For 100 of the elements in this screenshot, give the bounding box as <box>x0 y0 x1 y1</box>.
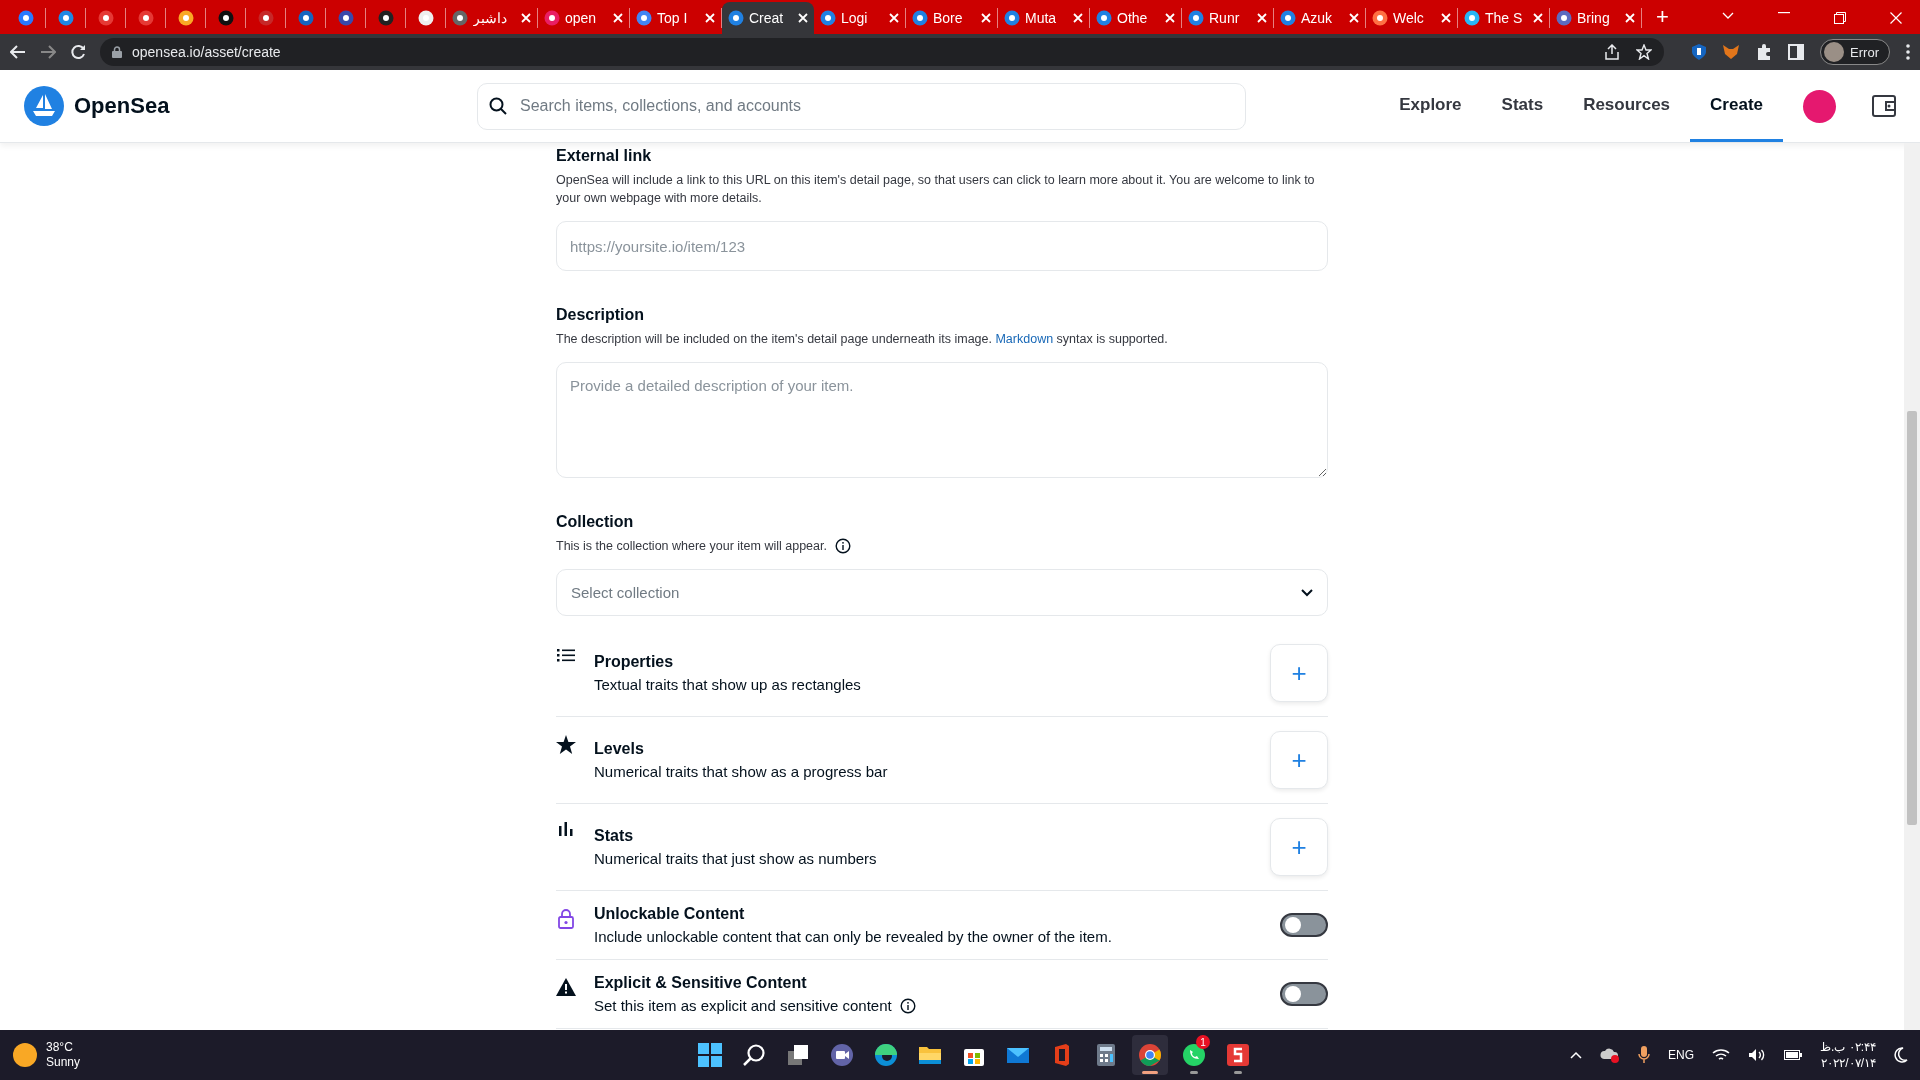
puzzle-icon[interactable] <box>1756 44 1773 60</box>
close-icon[interactable] <box>521 13 531 23</box>
markdown-link[interactable]: Markdown <box>995 332 1054 346</box>
favicon-icon <box>417 10 434 26</box>
close-icon[interactable] <box>1533 13 1543 23</box>
scrollbar[interactable] <box>1904 143 1920 1030</box>
cloud-icon[interactable] <box>1599 1047 1620 1063</box>
close-icon[interactable] <box>889 13 899 23</box>
speaker-icon[interactable] <box>1748 1048 1766 1062</box>
nav-link[interactable]: Resources <box>1563 70 1691 142</box>
taskbar-app[interactable] <box>1132 1035 1168 1075</box>
moon-icon[interactable] <box>1894 1047 1908 1063</box>
close-icon[interactable] <box>981 13 991 23</box>
info-icon[interactable] <box>834 538 851 554</box>
taskbar-app[interactable]: 1 <box>1176 1035 1212 1075</box>
favicon-icon <box>297 10 314 26</box>
info-icon[interactable] <box>899 997 916 1014</box>
browser-tab[interactable]: Runr <box>1182 8 1274 28</box>
browser-tab[interactable]: Othe <box>1090 8 1182 28</box>
notification-badge: 1 <box>1196 1035 1210 1049</box>
weather-text: Sunny <box>46 1055 81 1070</box>
battery-icon[interactable] <box>1784 1049 1802 1061</box>
help-text: OpenSea will include a link to this URL on this item's detail page, so that users can click to learn more about it. You are welcome to link to your own webpage with more details. <box>556 172 1316 207</box>
close-icon[interactable] <box>1257 13 1267 23</box>
favicon-icon <box>337 10 354 26</box>
logo-icon[interactable] <box>24 86 64 126</box>
favicon-icon <box>257 10 274 26</box>
add-button[interactable]: + <box>1270 644 1328 702</box>
sun-icon[interactable] <box>12 1042 38 1068</box>
close-icon[interactable] <box>1441 13 1451 23</box>
minimize-icon[interactable] <box>1778 12 1790 14</box>
favicon-icon <box>97 10 114 26</box>
temperature-text: 38°C <box>46 1040 74 1055</box>
fox-icon[interactable] <box>1722 44 1741 60</box>
favicon-icon <box>452 10 468 26</box>
address-bar[interactable]: opensea.io/asset/create <box>100 38 1665 66</box>
text-area[interactable]: Provide a detailed description of your item. <box>556 362 1328 478</box>
chrome-icon <box>1138 1043 1162 1067</box>
browser-tab[interactable]: Azuk <box>1274 8 1366 28</box>
nav-link[interactable]: Explore <box>1379 70 1482 142</box>
avatar-icon <box>1824 42 1845 62</box>
browser-tab[interactable]: Bring <box>1550 8 1642 28</box>
close-icon[interactable] <box>1349 13 1359 23</box>
new-tab-button[interactable]: + <box>1652 4 1673 30</box>
browser-tab[interactable]: The S <box>1458 8 1550 28</box>
add-button[interactable]: + <box>1270 818 1328 876</box>
toggle-switch[interactable] <box>1280 913 1328 937</box>
avatar-icon[interactable] <box>1803 89 1836 123</box>
collection-dropdown[interactable]: Select collection <box>556 569 1328 616</box>
favicon-icon <box>1556 10 1572 26</box>
logo-text[interactable]: OpenSea <box>74 93 170 119</box>
chevron-up-icon[interactable] <box>1569 1051 1582 1059</box>
favicon-icon <box>177 10 194 26</box>
chevron-down-icon[interactable] <box>1722 12 1734 20</box>
clock-date[interactable]: ۲۰۲۲/۰۷/۱۴ <box>1821 1055 1876 1071</box>
browser-tab[interactable]: Welc <box>1366 8 1458 28</box>
language-indicator[interactable]: ENG <box>1667 1048 1694 1062</box>
nav-link[interactable]: Stats <box>1481 70 1564 142</box>
wifi-icon[interactable] <box>1712 1048 1730 1062</box>
browser-tab[interactable]: open <box>538 8 630 28</box>
toggle-switch[interactable] <box>1280 982 1328 1006</box>
nav-link[interactable]: Create <box>1690 70 1783 142</box>
reload-icon[interactable] <box>70 44 86 60</box>
close-icon[interactable] <box>798 13 808 23</box>
browser-tab[interactable]: Top I <box>630 8 722 28</box>
input-field[interactable]: https://yoursite.io/item/123 <box>556 221 1328 271</box>
scrollbar-thumb[interactable] <box>1907 411 1917 825</box>
windows-icon <box>698 1043 722 1067</box>
browser-tab[interactable]: Creat <box>722 2 814 34</box>
browser-tab[interactable]: Bore <box>906 8 998 28</box>
close-icon[interactable] <box>1890 12 1902 24</box>
bar-chart-icon <box>556 822 576 836</box>
wallet-icon[interactable] <box>1872 95 1896 117</box>
close-icon[interactable] <box>613 13 623 23</box>
search-field[interactable]: Search items, collections, and accounts <box>477 82 1246 130</box>
star-icon[interactable] <box>1636 44 1653 60</box>
forward-icon[interactable] <box>40 45 56 59</box>
add-button[interactable]: + <box>1270 731 1328 789</box>
close-icon[interactable] <box>1625 13 1635 23</box>
share-icon[interactable] <box>1604 44 1621 60</box>
browser-tab[interactable]: داشبر <box>446 8 538 28</box>
microphone-icon[interactable] <box>1637 1046 1650 1064</box>
back-icon[interactable] <box>10 45 26 59</box>
browser-tab[interactable]: Muta <box>998 8 1090 28</box>
clock-time[interactable]: ۰۲:۴۴ ب.ظ <box>1820 1039 1876 1055</box>
more-icon[interactable] <box>1906 44 1910 60</box>
side-panel-icon[interactable] <box>1788 44 1805 60</box>
help-text: The description will be included on the item's detail page underneath its image. Markdown syntax is supported. <box>556 331 1168 348</box>
close-icon[interactable] <box>1165 13 1175 23</box>
restore-icon[interactable] <box>1834 12 1846 24</box>
favicon-icon <box>1280 10 1296 26</box>
favicon-icon <box>217 10 234 26</box>
search-icon <box>742 1043 766 1067</box>
shield-icon[interactable] <box>1692 44 1707 60</box>
browser-tab[interactable]: Logi <box>814 8 906 28</box>
close-icon[interactable] <box>1073 13 1083 23</box>
field-label: External link <box>556 147 653 165</box>
profile-button[interactable]: Error <box>1820 39 1890 65</box>
favicon-icon <box>1096 10 1112 26</box>
close-icon[interactable] <box>705 13 715 23</box>
